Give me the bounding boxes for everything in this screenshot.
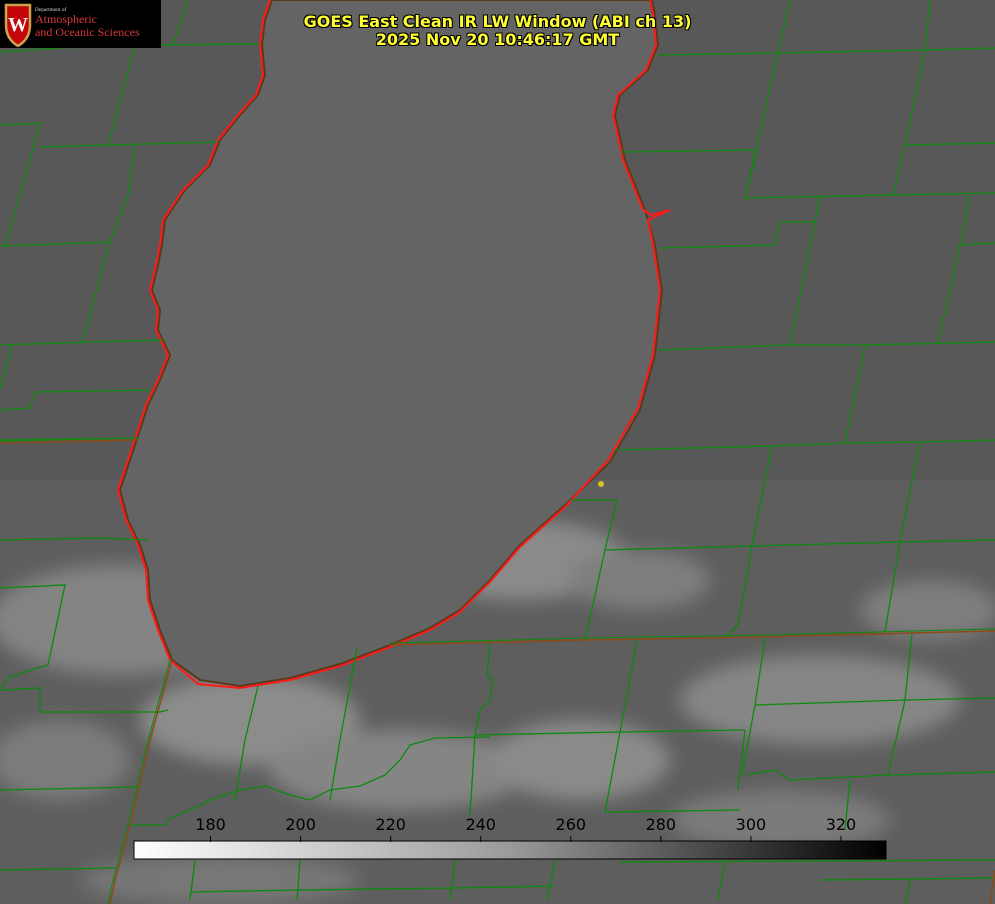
satellite-image xyxy=(0,0,995,904)
colorbar-tick-label: 320 xyxy=(825,815,857,834)
colorbar-tick-label: 180 xyxy=(195,815,226,834)
satellite-map-view[interactable]: W Department of Atmospheric and Oceanic … xyxy=(0,0,995,904)
station-marker xyxy=(598,481,604,487)
image-timestamp: 2025 Nov 20 10:46:17 GMT xyxy=(375,30,620,49)
image-title: GOES East Clean IR LW Window (ABI ch 13) xyxy=(303,12,692,31)
colorbar-gradient xyxy=(133,840,887,860)
colorbar-tick-label: 220 xyxy=(375,815,406,834)
colorbar-tick-label: 240 xyxy=(465,815,496,834)
colorbar-tick-label: 280 xyxy=(645,815,677,834)
colorbar-tick-label: 260 xyxy=(555,815,587,834)
colorbar-tick-label: 300 xyxy=(735,815,767,834)
colorbar-tick-label: 200 xyxy=(285,815,316,834)
